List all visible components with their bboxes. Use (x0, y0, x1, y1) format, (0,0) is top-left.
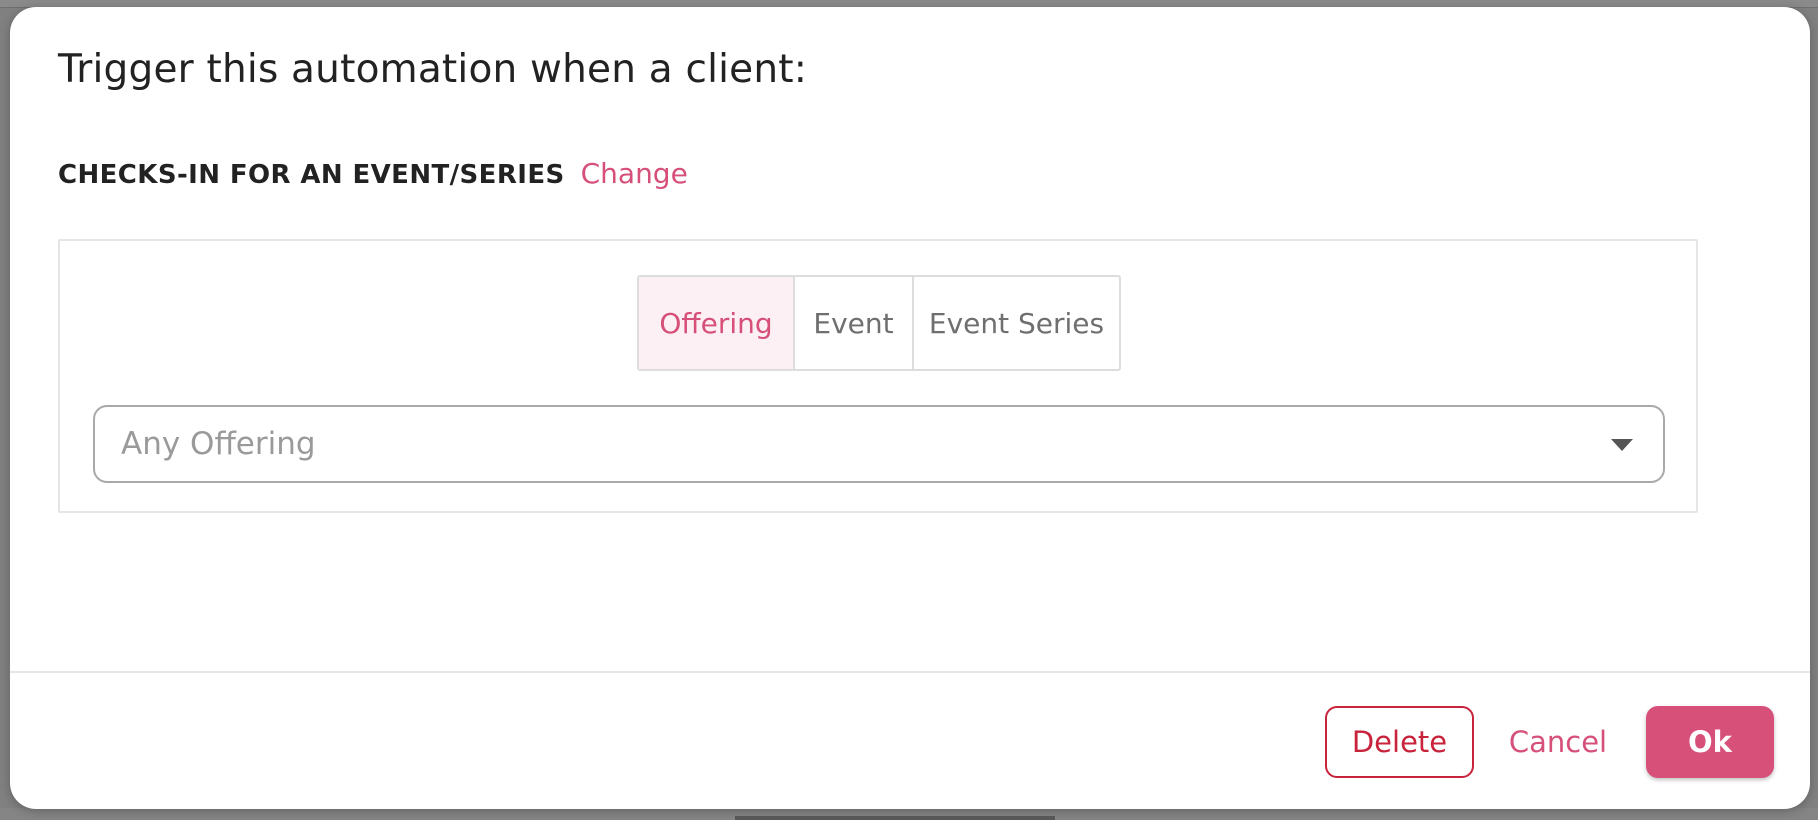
tab-offering[interactable]: Offering (639, 277, 795, 369)
offering-select[interactable]: Any Offering (93, 405, 1665, 483)
trigger-modal: Trigger this automation when a client: C… (10, 7, 1810, 809)
trigger-type-label: CHECKS-IN FOR AN EVENT/SERIES (58, 160, 565, 190)
trigger-config-panel: Offering Event Event Series Any Offering (58, 239, 1698, 513)
background-bar (735, 816, 1055, 820)
ok-button[interactable]: Ok (1646, 706, 1774, 778)
offering-select-value: Any Offering (121, 426, 316, 462)
change-trigger-link[interactable]: Change (581, 157, 688, 190)
trigger-summary: CHECKS-IN FOR AN EVENT/SERIES Change (58, 157, 688, 190)
tab-event[interactable]: Event (795, 277, 914, 369)
delete-button[interactable]: Delete (1325, 706, 1474, 778)
filter-type-toggle: Offering Event Event Series (637, 275, 1121, 371)
footer-divider (10, 671, 1810, 673)
chevron-down-icon (1611, 439, 1633, 451)
cancel-button[interactable]: Cancel (1488, 706, 1628, 778)
tab-event-series[interactable]: Event Series (914, 277, 1119, 369)
modal-title: Trigger this automation when a client: (58, 47, 808, 92)
